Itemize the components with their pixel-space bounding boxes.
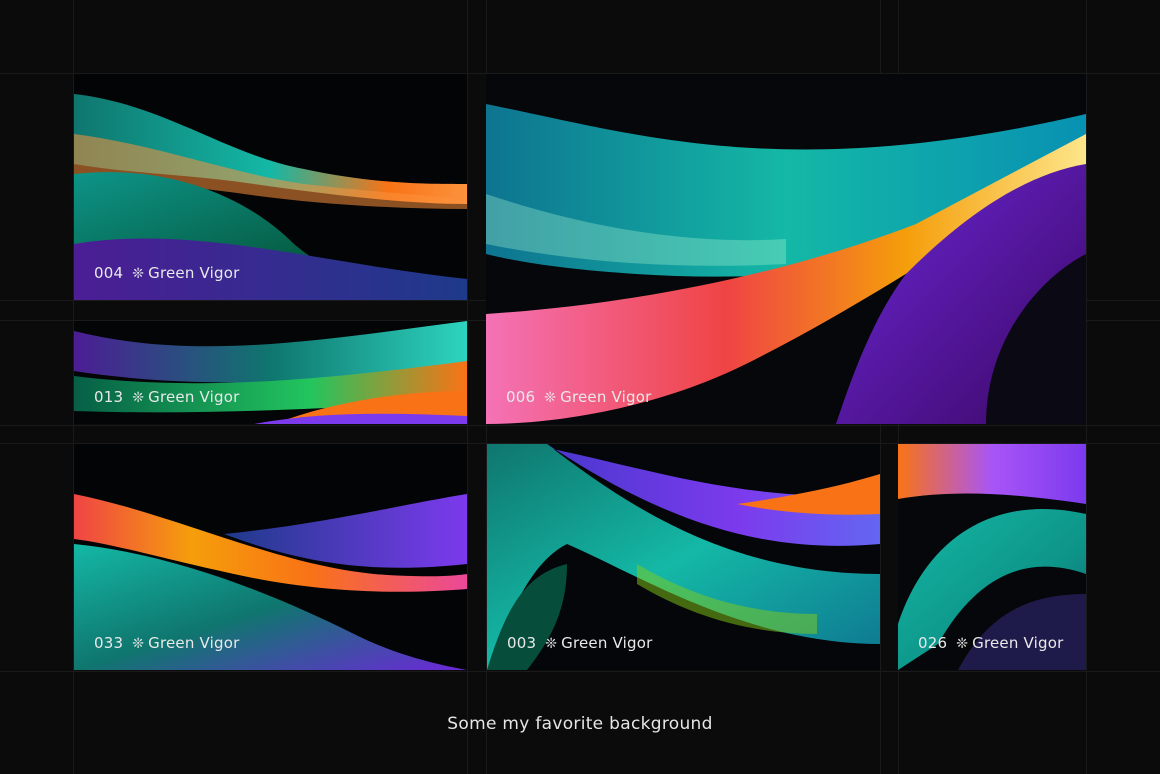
snowflake-icon: ❊ (132, 266, 145, 282)
wallpaper-name: Green Vigor (148, 634, 240, 652)
grid-line (467, 0, 468, 774)
snowflake-icon: ❊ (956, 636, 969, 652)
wallpaper-number: 033 (94, 634, 124, 652)
wave-artwork (486, 74, 1086, 424)
wallpaper-label: 026 ❊ Green Vigor (918, 634, 1064, 652)
wallpaper-number: 003 (507, 634, 537, 652)
wallpaper-card-004[interactable]: 004 ❊ Green Vigor (74, 74, 467, 300)
wallpaper-card-013[interactable]: 013 ❊ Green Vigor (74, 321, 467, 424)
wallpaper-number: 026 (918, 634, 948, 652)
wallpaper-label: 033 ❊ Green Vigor (94, 634, 240, 652)
wallpaper-name: Green Vigor (148, 388, 240, 406)
snowflake-icon: ❊ (544, 390, 557, 406)
snowflake-icon: ❊ (132, 390, 145, 406)
wallpaper-card-006[interactable]: 006 ❊ Green Vigor (486, 74, 1086, 424)
wallpaper-label: 006 ❊ Green Vigor (506, 388, 652, 406)
grid-line (0, 425, 1160, 426)
wallpaper-label: 013 ❊ Green Vigor (94, 388, 240, 406)
wallpaper-name: Green Vigor (972, 634, 1064, 652)
wallpaper-card-003[interactable]: 003 ❊ Green Vigor (487, 444, 880, 670)
page-caption: Some my favorite background (447, 714, 713, 734)
grid-line (1086, 0, 1087, 774)
wallpaper-name: Green Vigor (561, 634, 653, 652)
wallpaper-name: Green Vigor (560, 388, 652, 406)
snowflake-icon: ❊ (545, 636, 558, 652)
wallpaper-name: Green Vigor (148, 264, 240, 282)
wallpaper-card-033[interactable]: 033 ❊ Green Vigor (74, 444, 467, 670)
wallpaper-label: 004 ❊ Green Vigor (94, 264, 240, 282)
wallpaper-label: 003 ❊ Green Vigor (507, 634, 653, 652)
wallpaper-number: 004 (94, 264, 124, 282)
snowflake-icon: ❊ (132, 636, 145, 652)
wallpaper-card-026[interactable]: 026 ❊ Green Vigor (898, 444, 1086, 670)
grid-line (0, 671, 1160, 672)
wave-artwork (74, 321, 467, 424)
wallpaper-number: 013 (94, 388, 124, 406)
wallpaper-number: 006 (506, 388, 536, 406)
